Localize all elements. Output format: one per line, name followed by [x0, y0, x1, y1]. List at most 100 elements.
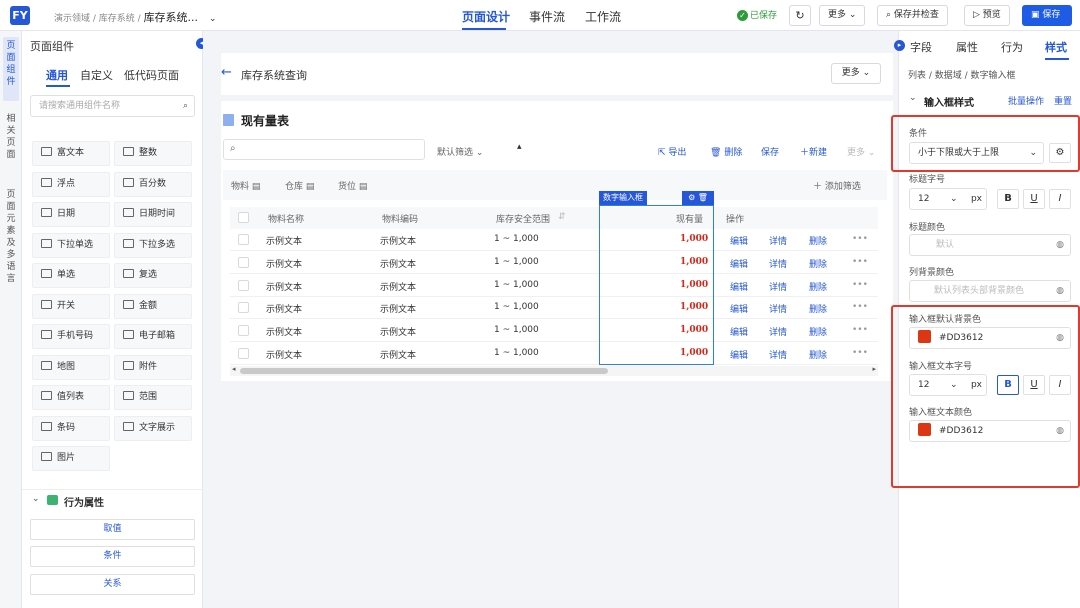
more-button[interactable]: 更多 ⌄: [819, 5, 866, 26]
row-checkbox[interactable]: [238, 279, 249, 291]
column-safety-range[interactable]: 库存安全范围: [496, 212, 550, 225]
row-more-menu[interactable]: •••: [852, 280, 868, 290]
row-more-menu[interactable]: •••: [852, 348, 868, 358]
strip-tab-page-elements[interactable]: 页面元素及多语言: [3, 189, 19, 299]
row-detail-link[interactable]: 详情: [769, 325, 787, 338]
color-swatch[interactable]: [918, 330, 931, 343]
row-checkbox[interactable]: [238, 348, 249, 359]
new-button[interactable]: ＋新建: [800, 145, 827, 158]
tab-custom[interactable]: 自定义: [80, 67, 113, 83]
row-edit-link[interactable]: 编辑: [730, 234, 748, 247]
refresh-button[interactable]: ↻: [789, 5, 811, 26]
component-value-list[interactable]: 值列表: [32, 385, 110, 410]
component-checkbox[interactable]: 复选: [114, 263, 192, 288]
action-relation[interactable]: 关系: [30, 574, 195, 595]
tab-page-design[interactable]: 页面设计: [462, 8, 510, 25]
input-text-color-input[interactable]: #DD3612 ◍: [909, 420, 1071, 442]
component-integer[interactable]: 整数: [114, 141, 192, 166]
action-condition[interactable]: 条件: [30, 546, 195, 567]
reset-link[interactable]: 重置: [1054, 94, 1072, 107]
save-button[interactable]: ▣ 保存: [1022, 5, 1072, 26]
input-bg-color-input[interactable]: #DD3612 ◍: [909, 327, 1071, 349]
row-delete-link[interactable]: 删除: [809, 234, 827, 247]
chevron-down-icon[interactable]: ⌄: [209, 14, 217, 24]
delete-button[interactable]: 🗑 删除: [710, 145, 742, 158]
component-search-input[interactable]: 请搜索通用组件名称 ⌕: [30, 95, 195, 117]
breadcrumb-current[interactable]: 库存系统...: [144, 11, 199, 24]
column-bg-input[interactable]: 默认列表头部背景颜色 ◍: [909, 280, 1071, 302]
component-text-display[interactable]: 文字展示: [114, 415, 192, 441]
trash-icon[interactable]: 🗑: [698, 193, 708, 202]
row-more-menu[interactable]: •••: [852, 325, 868, 335]
row-detail-link[interactable]: 详情: [769, 348, 787, 361]
row-more-menu[interactable]: •••: [852, 234, 868, 244]
component-map[interactable]: 地图: [32, 354, 110, 380]
add-filter-button[interactable]: ＋ 添加筛选: [813, 179, 861, 192]
batch-operation-link[interactable]: 批量操作: [1008, 94, 1044, 107]
condition-select[interactable]: 小于下限或大于上限 ⌄: [909, 142, 1044, 164]
tab-fields[interactable]: 字段: [910, 39, 932, 55]
row-delete-link[interactable]: 删除: [809, 280, 827, 293]
component-switch[interactable]: 开关: [32, 293, 110, 319]
column-material-name[interactable]: 物料名称: [268, 212, 304, 225]
collapse-arrow-icon[interactable]: ▴: [517, 142, 522, 152]
tab-common[interactable]: 通用: [46, 67, 68, 83]
strip-tab-related-pages[interactable]: 相关页面: [3, 113, 19, 165]
select-all-checkbox[interactable]: [238, 212, 249, 223]
row-edit-link[interactable]: 编辑: [730, 257, 748, 270]
filter-location[interactable]: 货位 ▤: [338, 179, 367, 192]
row-more-menu[interactable]: •••: [852, 302, 868, 312]
title-font-size-input[interactable]: 12 ⌄ px: [909, 188, 987, 210]
row-edit-link[interactable]: 编辑: [730, 302, 748, 315]
row-delete-link[interactable]: 删除: [809, 348, 827, 361]
component-radio[interactable]: 单选: [32, 263, 110, 288]
title-color-input[interactable]: 默认 ◍: [909, 234, 1071, 256]
row-checkbox[interactable]: [238, 325, 249, 337]
component-dropdown-single[interactable]: 下拉单选: [32, 232, 110, 258]
condition-settings-button[interactable]: ⚙: [1049, 143, 1071, 163]
component-phone[interactable]: 手机号码: [32, 324, 110, 349]
row-edit-link[interactable]: 编辑: [730, 325, 748, 338]
filter-warehouse[interactable]: 仓库 ▤: [285, 179, 314, 192]
row-checkbox[interactable]: [238, 234, 249, 245]
row-checkbox[interactable]: [238, 302, 249, 314]
app-logo[interactable]: FY: [10, 6, 30, 25]
scroll-right-icon[interactable]: ▸: [872, 365, 876, 373]
strip-tab-page-components[interactable]: 页面组件: [3, 37, 19, 101]
chevron-down-icon[interactable]: ⌄: [909, 93, 917, 103]
italic-button[interactable]: I: [1049, 189, 1071, 209]
row-checkbox[interactable]: [238, 256, 249, 268]
save-and-check-button[interactable]: ⌕ 保存并检查: [877, 5, 948, 26]
filter-material[interactable]: 物料 ▤: [231, 179, 260, 192]
tab-event-flow[interactable]: 事件流: [529, 8, 565, 25]
underline-button[interactable]: U: [1023, 375, 1045, 395]
row-detail-link[interactable]: 详情: [769, 234, 787, 247]
component-range[interactable]: 范围: [114, 385, 192, 410]
table-more-button[interactable]: 更多 ⌄: [847, 145, 875, 158]
row-more-menu[interactable]: •••: [852, 257, 868, 267]
default-filter-select[interactable]: 默认筛选 ⌄: [437, 145, 483, 158]
column-material-code[interactable]: 物料编码: [382, 212, 418, 225]
gear-icon[interactable]: ⚙: [688, 193, 695, 202]
behavior-section-header[interactable]: ⌄ 行为属性: [22, 489, 203, 511]
component-datetime[interactable]: 日期时间: [114, 202, 192, 227]
italic-button[interactable]: I: [1049, 375, 1071, 395]
component-barcode[interactable]: 条码: [32, 415, 110, 441]
component-float[interactable]: 浮点: [32, 171, 110, 197]
row-detail-link[interactable]: 详情: [769, 302, 787, 315]
row-delete-link[interactable]: 删除: [809, 257, 827, 270]
component-amount[interactable]: 金额: [114, 293, 192, 319]
column-current-qty[interactable]: 现有量: [676, 212, 703, 225]
back-arrow-icon[interactable]: ←: [221, 65, 232, 80]
table-search-input[interactable]: ⌕: [223, 139, 425, 160]
horizontal-scrollbar[interactable]: ◂ ▸: [230, 365, 878, 376]
row-edit-link[interactable]: 编辑: [730, 348, 748, 361]
page-more-button[interactable]: 更多 ⌄: [831, 63, 881, 84]
export-button[interactable]: ⇱ 导出: [658, 145, 686, 158]
row-detail-link[interactable]: 详情: [769, 280, 787, 293]
action-get-value[interactable]: 取值: [30, 519, 195, 540]
component-attachment[interactable]: 附件: [114, 354, 192, 380]
tab-lowcode-page[interactable]: 低代码页面: [124, 67, 179, 83]
scrollbar-thumb[interactable]: [240, 368, 608, 374]
color-swatch[interactable]: [918, 423, 931, 436]
